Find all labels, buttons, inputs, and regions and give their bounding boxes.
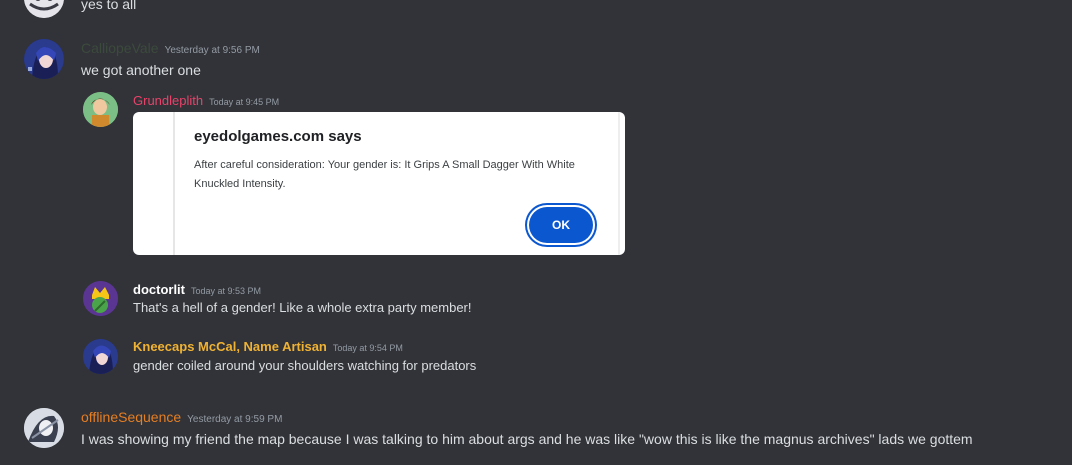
message-author[interactable]: Grundleplith (133, 93, 203, 108)
message-author[interactable]: doctorlit (133, 282, 185, 297)
avatar[interactable] (83, 281, 118, 316)
avatar[interactable] (24, 0, 64, 18)
dialog-message: After careful consideration: Your gender… (194, 159, 575, 190)
avatar[interactable] (83, 339, 118, 374)
message-text: I was showing my friend the map because … (81, 431, 973, 447)
message-timestamp: Today at 9:54 PM (332, 343, 403, 353)
message-author[interactable]: Kneecaps McCal, Name Artisan (133, 339, 327, 354)
dialog-title: eyedolgames.com says (194, 128, 362, 145)
message-text: we got another one (81, 62, 201, 78)
message-author[interactable]: CalliopeVale (81, 40, 159, 56)
message-timestamp: Yesterday at 9:59 PM (187, 414, 283, 425)
message-author[interactable]: offlineSequence (81, 409, 181, 425)
message-timestamp: Yesterday at 9:56 PM (164, 45, 260, 56)
dialog-border (618, 112, 620, 255)
message-text: gender coiled around your shoulders watc… (133, 358, 477, 373)
message-timestamp: Today at 9:53 PM (191, 286, 262, 296)
message-text: yes to all (81, 0, 137, 12)
ok-button[interactable]: OK (529, 207, 593, 243)
dialog-border (173, 112, 175, 255)
avatar[interactable] (24, 39, 64, 79)
avatar[interactable] (24, 408, 64, 448)
message-text: That's a hell of a gender! Like a whole … (133, 300, 472, 315)
embedded-image[interactable]: eyedolgames.com says After careful consi… (133, 112, 625, 255)
message-timestamp: Today at 9:45 PM (209, 97, 280, 107)
avatar[interactable] (83, 92, 118, 127)
